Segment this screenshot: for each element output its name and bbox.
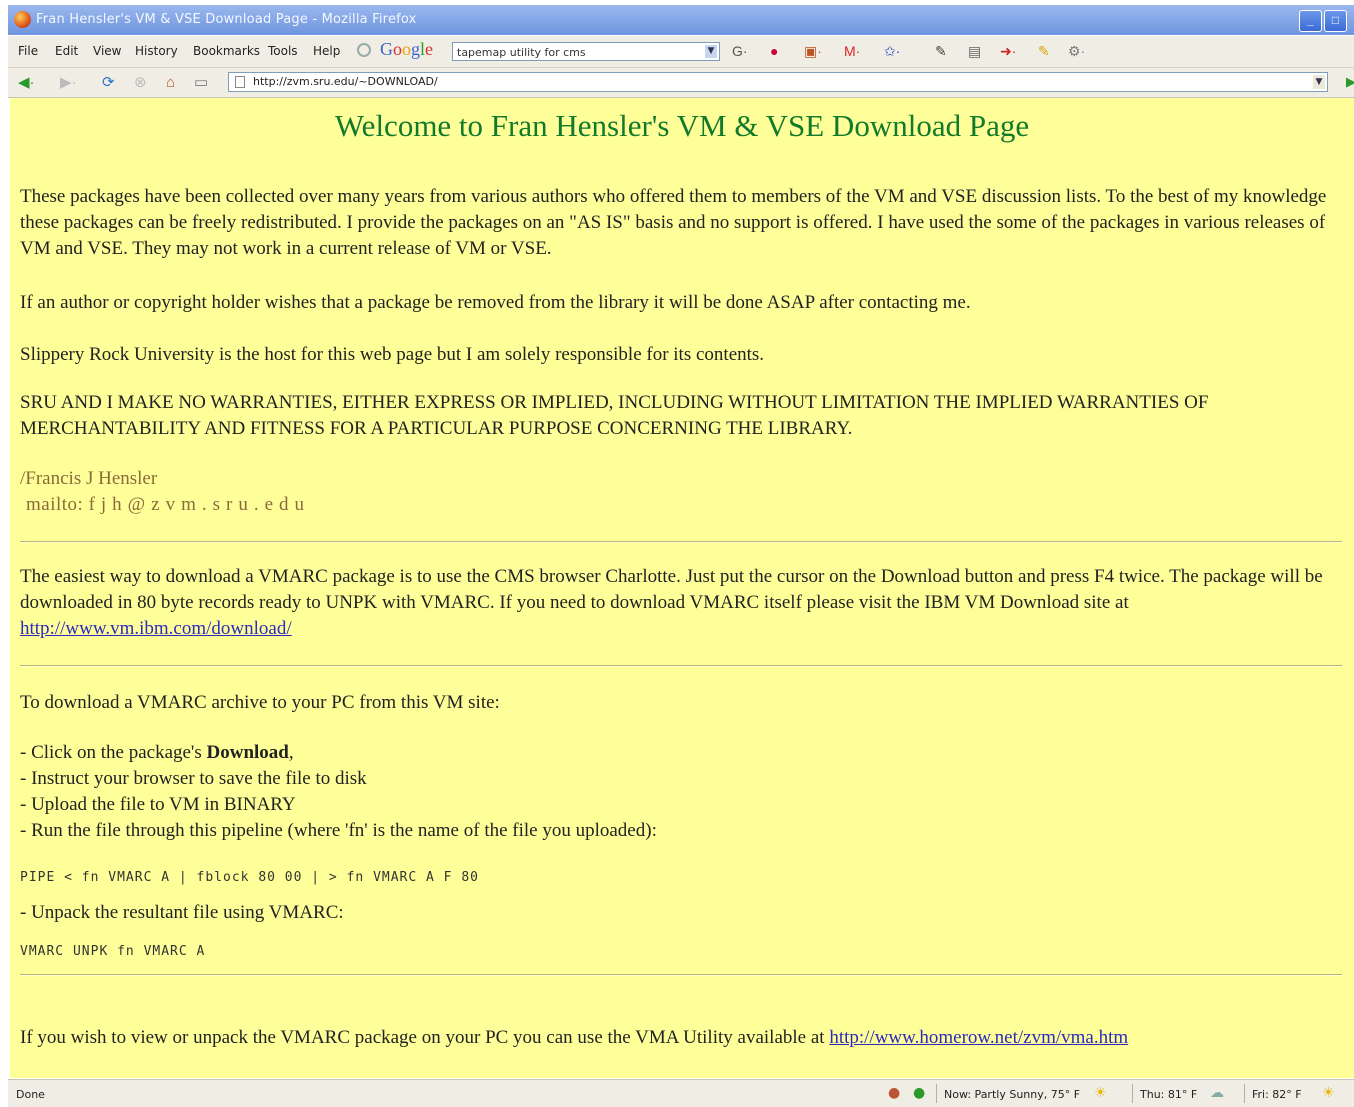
menu-help[interactable]: Help [313,44,340,58]
back-arrow-icon[interactable]: ◀· [18,74,35,91]
page-icon [235,76,245,88]
list-item: - Click on the package's Download, [20,742,294,763]
firefox-logo-icon [14,11,31,28]
page-title: Welcome to Fran Hensler's VM & VSE Downl… [334,108,1030,143]
print-icon[interactable]: ▭ [194,74,208,91]
reload-icon[interactable]: ⟳ [102,74,115,91]
menu-tools[interactable]: Tools [268,44,298,58]
mailto-label: mailto: [26,494,84,515]
stop-icon[interactable]: ⊗ [134,74,147,91]
security-status-icon[interactable]: ● [913,1085,925,1101]
highlight-icon[interactable]: ✎ [935,43,947,60]
list-item: - Instruct your browser to save the file… [20,768,367,789]
divider [20,665,1342,667]
signature: /Francis J Hensler [20,468,158,489]
intro-paragraph: These packages have been collected over … [20,186,1327,259]
menu-edit[interactable]: Edit [55,44,78,58]
list-item: - Run the file through this pipeline (wh… [20,820,657,841]
menu-history[interactable]: History [135,44,178,58]
search-go-icon[interactable]: G· [732,43,748,60]
notebook-icon[interactable]: ▤ [968,43,981,60]
gmail-icon[interactable]: M· [844,43,860,60]
ibm-download-link[interactable]: http://www.vm.ibm.com/download/ [20,618,292,639]
send-to-icon[interactable]: ➜· [1000,43,1016,60]
weather-now[interactable]: Now: Partly Sunny, 75° F [944,1088,1080,1101]
sunny-icon: ☀ [1322,1085,1335,1101]
minimize-button[interactable]: _ [1299,10,1322,32]
go-arrow-icon[interactable]: ▶ [1346,74,1354,90]
divider [20,974,1342,976]
unpack-step: - Unpack the resultant file using VMARC: [20,902,344,923]
warranty-paragraph: SRU AND I MAKE NO WARRANTIES, EITHER EXP… [20,392,1209,439]
chevron-down-icon[interactable]: ▼ [705,45,717,58]
pc-intro-paragraph: To download a VMARC archive to your PC f… [20,692,500,713]
pagerank-icon[interactable]: ● [770,43,778,60]
google-search-input[interactable]: tapemap utility for cms ▼ [452,42,720,61]
settings-gear-icon[interactable]: ⚙· [1068,43,1085,60]
cloudy-icon: ☁ [1210,1085,1224,1101]
status-bar: Done ● ● Now: Partly Sunny, 75° F ☀ Thu:… [8,1079,1354,1107]
navigation-toolbar: ◀· ▶· ⟳ ⊗ ⌂ ▭ http://zvm.sru.edu/~DOWNLO… [8,68,1354,98]
removal-paragraph: If an author or copyright holder wishes … [20,292,971,313]
unpk-command: VMARC UNPK fn VMARC A [20,944,206,959]
host-paragraph: Slippery Rock University is the host for… [20,344,765,365]
vma-paragraph: If you wish to view or unpack the VMARC … [20,1027,1129,1048]
vma-utility-link[interactable]: http://www.homerow.net/zvm/vma.htm [829,1027,1128,1048]
menu-toolbar: File Edit View History Bookmarks Tools H… [8,36,1354,68]
weather-thursday[interactable]: Thu: 81° F [1140,1088,1197,1101]
status-text: Done [16,1088,45,1101]
divider [20,541,1342,543]
list-item: - Upload the file to VM in BINARY [20,794,296,815]
weather-friday[interactable]: Fri: 82° F [1252,1088,1302,1101]
home-icon[interactable]: ⌂ [166,74,175,91]
window-title-bar[interactable]: Fran Hensler's VM & VSE Download Page - … [8,5,1354,35]
page-content: Welcome to Fran Hensler's VM & VSE Downl… [10,98,1354,1078]
menu-file[interactable]: File [18,44,38,58]
forward-arrow-icon[interactable]: ▶· [60,74,77,91]
mailto-line: mailto: fjh@zvm.sru.edu [26,494,310,516]
partly-sunny-icon: ☀ [1094,1085,1107,1101]
throbber-icon [357,43,371,57]
favorite-star-icon[interactable]: ✩· [884,43,900,60]
chevron-down-icon[interactable]: ▼ [1313,75,1325,89]
bookmarks-star-icon[interactable]: ▣· [804,43,822,60]
maximize-button[interactable]: □ [1324,10,1347,32]
google-toolbar-logo[interactable]: Google [380,39,433,60]
address-bar-input[interactable]: http://zvm.sru.edu/~DOWNLOAD/ ▼ [228,72,1328,92]
menu-bookmarks[interactable]: Bookmarks [193,44,260,58]
pipe-command: PIPE < fn VMARC A | fblock 80 00 | > fn … [20,870,479,885]
download-steps-list: - Click on the package's Download, - Ins… [20,740,657,844]
window-title: Fran Hensler's VM & VSE Download Page - … [36,12,417,27]
extension-icon[interactable]: ● [888,1085,900,1101]
menu-view[interactable]: View [93,44,121,58]
charlotte-paragraph: The easiest way to download a VMARC pack… [20,566,1323,639]
autofill-icon[interactable]: ✎ [1038,43,1050,60]
email-address: fjh@zvm.sru.edu [88,494,311,515]
